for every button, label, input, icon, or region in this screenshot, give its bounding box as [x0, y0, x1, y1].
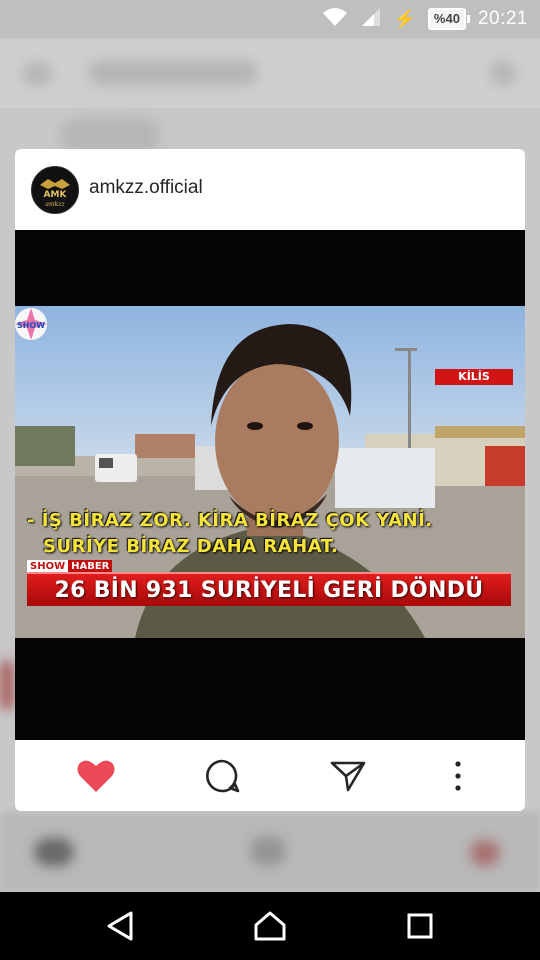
subtitle-line-1: - İŞ BİRAZ ZOR. KİRA BİRAZ ÇOK YANİ. — [27, 510, 433, 531]
heart-icon — [77, 760, 115, 792]
headline-banner: 26 BİN 931 SURİYELİ GERİ DÖNDÜ — [27, 572, 511, 606]
home-button[interactable] — [248, 906, 292, 946]
post-preview-card: AMK amkzz amkzz.official SHOW KİLİS - İŞ… — [15, 149, 525, 811]
avatar[interactable]: AMK amkzz — [31, 166, 79, 214]
status-bar: ⚡ %40 20:21 — [0, 0, 540, 38]
recents-icon — [407, 913, 433, 939]
recents-button[interactable] — [398, 906, 442, 946]
home-icon — [254, 911, 286, 941]
channel-logo: SHOW — [15, 308, 47, 340]
tv-screenshot: SHOW KİLİS - İŞ BİRAZ ZOR. KİRA BİRAZ ÇO… — [15, 306, 525, 638]
subtitle-line-2: SURİYE BİRAZ DAHA RAHAT. — [43, 536, 339, 557]
post-actions — [15, 741, 525, 811]
more-button[interactable] — [435, 753, 481, 799]
wifi-icon — [322, 7, 348, 32]
clock: 20:21 — [477, 8, 528, 29]
back-button[interactable] — [98, 906, 142, 946]
charging-icon: ⚡ — [393, 8, 416, 29]
post-image[interactable]: SHOW KİLİS - İŞ BİRAZ ZOR. KİRA BİRAZ ÇO… — [15, 230, 525, 740]
back-icon — [107, 911, 133, 941]
comment-icon — [206, 759, 240, 793]
more-icon — [455, 761, 461, 791]
navigation-bar — [0, 892, 540, 960]
like-button[interactable] — [73, 753, 119, 799]
svg-text:SHOW: SHOW — [17, 321, 45, 330]
avatar-logo-text: AMK — [44, 190, 68, 200]
username[interactable]: amkzz.official — [89, 177, 203, 199]
avatar-logo-subtext: amkzz — [45, 201, 65, 208]
share-icon — [330, 761, 366, 792]
post-header: AMK amkzz amkzz.official — [15, 149, 525, 229]
headline-text: 26 BİN 931 SURİYELİ GERİ DÖNDÜ — [54, 577, 484, 603]
battery-icon: %40 — [427, 8, 470, 30]
location-tag: KİLİS — [435, 369, 513, 385]
signal-icon — [360, 7, 382, 32]
comment-button[interactable] — [199, 753, 245, 799]
share-button[interactable] — [325, 753, 371, 799]
